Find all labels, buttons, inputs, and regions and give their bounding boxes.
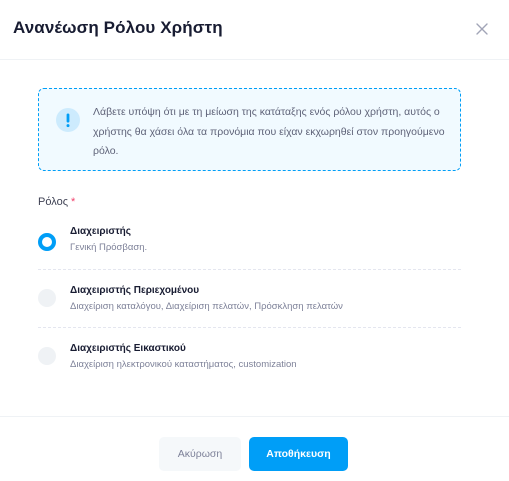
radio-administrator[interactable]	[38, 233, 56, 251]
role-option-title: Διαχειριστής Εικαστικού	[70, 343, 186, 354]
notice-text: Λάβετε υπόψη ότι με τη μείωση της κατάτα…	[93, 106, 445, 157]
role-option-content-manager[interactable]: Διαχειριστής Περιεχομένου Διαχείριση κατ…	[38, 285, 461, 343]
modal-title: Ανανέωση Ρόλου Χρήστη	[13, 18, 223, 37]
save-button[interactable]: Αποθήκευση	[249, 437, 348, 471]
exclamation-icon	[56, 108, 80, 132]
role-option-description: Διαχείριση καταλόγου, Διαχείριση πελατών…	[70, 301, 343, 312]
modal-footer: Ακύρωση Αποθήκευση	[0, 416, 509, 481]
option-divider	[38, 269, 461, 270]
downgrade-warning-notice: Λάβετε υπόψη ότι με τη μείωση της κατάτα…	[38, 88, 461, 171]
role-option-description: Γενική Πρόσβαση.	[70, 242, 148, 253]
radio-content-manager[interactable]	[38, 289, 56, 307]
radio-visual-manager[interactable]	[38, 347, 56, 365]
close-button[interactable]	[472, 19, 492, 39]
role-option-title: Διαχειριστής Περιεχομένου	[70, 285, 200, 296]
role-option-description: Διαχείριση ηλεκτρονικού καταστήματος, cu…	[70, 359, 297, 370]
close-icon	[476, 23, 488, 35]
update-role-modal: Ανανέωση Ρόλου Χρήστη Λάβετε υπόψη ότι μ…	[0, 0, 509, 481]
modal-header: Ανανέωση Ρόλου Χρήστη	[0, 0, 509, 60]
role-label-text: Ρόλος	[38, 196, 68, 208]
role-option-administrator[interactable]: Διαχειριστής Γενική Πρόσβαση.	[38, 226, 461, 284]
cancel-button[interactable]: Ακύρωση	[159, 437, 241, 471]
role-option-title: Διαχειριστής	[70, 226, 131, 237]
option-divider	[38, 327, 461, 328]
role-field-label: Ρόλος *	[38, 196, 75, 208]
required-mark: *	[71, 196, 76, 208]
role-option-visual-manager[interactable]: Διαχειριστής Εικαστικού Διαχείριση ηλεκτ…	[38, 343, 461, 401]
